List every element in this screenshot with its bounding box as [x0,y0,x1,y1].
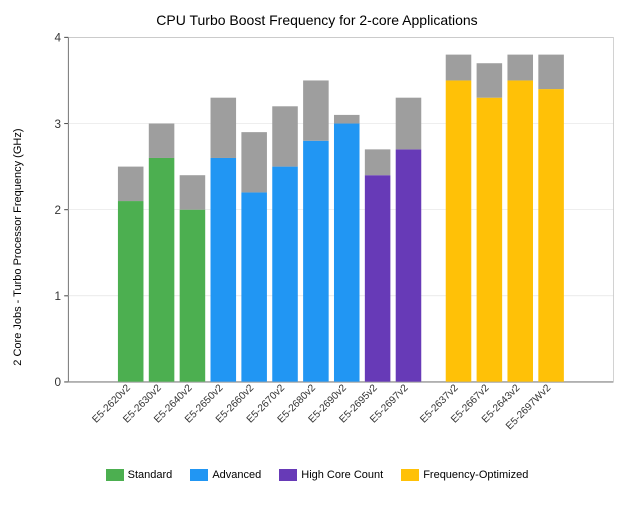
y-axis-label: 2 Core Jobs - Turbo Processor Frequency … [10,32,26,463]
legend-label: High Core Count [301,469,383,481]
svg-text:2: 2 [54,204,61,217]
legend-item-advanced: Advanced [190,469,261,481]
plot-area: 01234E5-2620v2E5-2630v2E5-2640v2E5-2650v… [28,32,624,463]
chart-container: CPU Turbo Boost Frequency for 2-core App… [0,0,634,510]
legend-color [190,469,208,481]
main-chart: 01234E5-2620v2E5-2630v2E5-2640v2E5-2650v… [28,32,624,463]
chart-title: CPU Turbo Boost Frequency for 2-core App… [10,12,624,28]
svg-text:0: 0 [54,376,61,389]
legend-color [106,469,124,481]
svg-text:4: 4 [54,32,61,45]
svg-text:3: 3 [54,118,61,131]
legend: Standard Advanced High Core Count Frequency… [10,469,624,481]
svg-text:1: 1 [54,290,61,303]
legend-label: Frequency-Optimized [423,469,528,481]
legend-item-frequency-optimized: Frequency-Optimized [401,469,528,481]
legend-color [401,469,419,481]
legend-label: Advanced [212,469,261,481]
legend-item-high-core-count: High Core Count [279,469,383,481]
chart-area: 2 Core Jobs - Turbo Processor Frequency … [10,32,624,463]
legend-color [279,469,297,481]
legend-label: Standard [128,469,173,481]
legend-item-standard: Standard [106,469,173,481]
